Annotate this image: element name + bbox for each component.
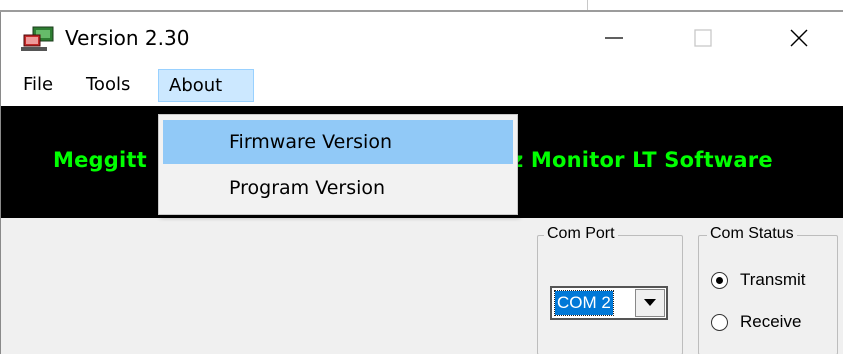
main-panel: Com Port COM 2 Com Status Transmit Recei… bbox=[1, 218, 843, 354]
com-port-value: COM 2 bbox=[554, 290, 614, 316]
radio-unchecked-icon bbox=[711, 313, 728, 331]
menu-tools[interactable]: Tools bbox=[79, 69, 137, 102]
menu-bar: File Tools About bbox=[1, 69, 843, 102]
maximize-button[interactable] bbox=[667, 12, 739, 64]
app-window: Version 2.30 File Tools About Meggitt z … bbox=[0, 12, 843, 354]
menu-item-program-version[interactable]: Program Version bbox=[163, 166, 513, 210]
banner-title-right: z Monitor LT Software bbox=[511, 148, 773, 172]
com-port-select[interactable]: COM 2 bbox=[550, 286, 668, 320]
app-computer-icon bbox=[21, 26, 54, 51]
minimize-button[interactable] bbox=[578, 12, 650, 64]
receive-label: Receive bbox=[740, 312, 802, 331]
receive-radio[interactable]: Receive bbox=[711, 312, 801, 332]
about-dropdown-menu: Firmware Version Program Version bbox=[158, 114, 518, 215]
com-port-dropdown-button[interactable] bbox=[635, 289, 665, 317]
window-title: Version 2.30 bbox=[65, 26, 190, 50]
minimize-icon bbox=[605, 37, 623, 39]
maximize-icon bbox=[694, 29, 712, 47]
transmit-radio[interactable]: Transmit bbox=[711, 270, 806, 290]
com-port-label: Com Port bbox=[544, 225, 618, 243]
com-status-group: Com Status Transmit Receive bbox=[698, 225, 838, 354]
transmit-label: Transmit bbox=[740, 270, 806, 289]
chevron-down-icon bbox=[644, 299, 656, 306]
close-button[interactable] bbox=[763, 12, 835, 64]
menu-item-firmware-version[interactable]: Firmware Version bbox=[163, 120, 513, 164]
banner-title-left: Meggitt bbox=[53, 148, 147, 172]
close-icon bbox=[790, 29, 808, 47]
menu-about[interactable]: About bbox=[158, 69, 254, 102]
title-bar[interactable]: Version 2.30 bbox=[1, 12, 843, 64]
com-port-group: Com Port COM 2 bbox=[537, 225, 683, 354]
menu-file[interactable]: File bbox=[16, 69, 60, 102]
radio-checked-icon bbox=[711, 271, 728, 289]
com-status-label: Com Status bbox=[707, 225, 797, 243]
top-crop-strip bbox=[0, 0, 843, 12]
